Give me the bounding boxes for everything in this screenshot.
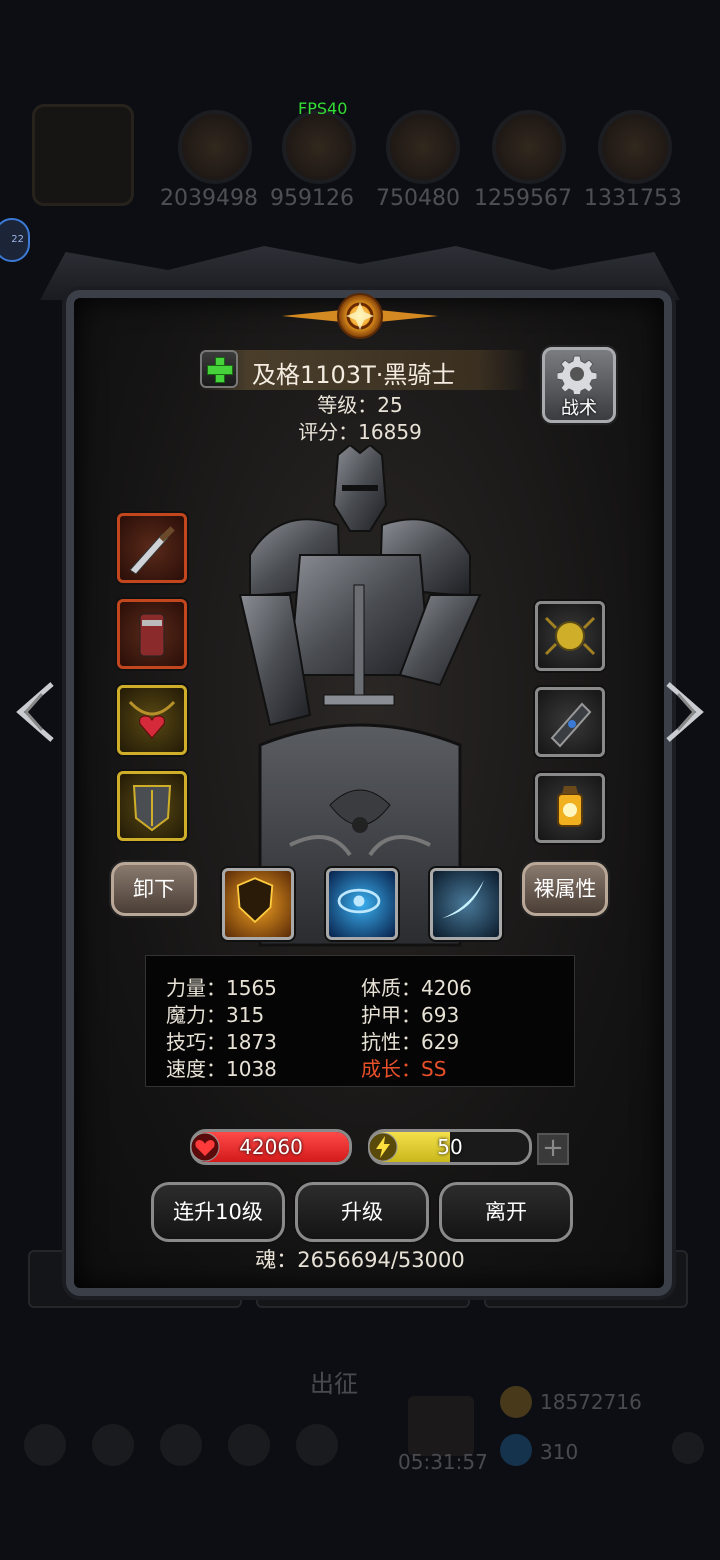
background-plus-icon [672, 1432, 704, 1464]
tactic-button[interactable]: 战术 [542, 347, 616, 423]
background-gold: 18572716 [540, 1390, 642, 1414]
unequip-button[interactable]: 卸下 [111, 862, 197, 916]
background-level-badge: 22 [0, 218, 30, 262]
background-timer: 05:31:57 [398, 1450, 488, 1474]
stat-armor: 护甲：693 [361, 1003, 460, 1027]
add-button[interactable] [200, 350, 238, 388]
background-resource-value: 2039498 [160, 186, 258, 211]
stat-constitution: 体质：4206 [361, 976, 472, 1000]
equip-slot-head[interactable] [535, 601, 605, 671]
stat-resistance: 抗性：629 [361, 1030, 460, 1054]
add-energy-button[interactable]: + [537, 1133, 569, 1165]
background-resource-value: 750480 [376, 186, 460, 211]
bracer-icon [550, 702, 592, 748]
helmet-ornament-icon [544, 616, 596, 656]
next-hero-arrow-icon[interactable] [662, 680, 708, 744]
background-gem-icon [500, 1434, 532, 1466]
lightning-icon [368, 1132, 398, 1162]
soul-counter: 魂：2656694/53000 [255, 1248, 465, 1272]
slash-skill-icon [442, 880, 484, 919]
background-gems: 310 [540, 1440, 579, 1464]
chest-armor-icon [132, 785, 172, 832]
hero-name: 及格1103T·黑骑士 [252, 361, 456, 389]
background-icon [92, 1424, 134, 1466]
greatsword-icon [129, 526, 175, 575]
heart-necklace-icon [128, 700, 176, 739]
background-resource-icon [386, 110, 460, 184]
background-resource-icon [178, 110, 252, 184]
background-resource-value: 959126 [270, 186, 354, 211]
level-up-button[interactable]: 升级 [295, 1182, 429, 1242]
background-gold-icon [500, 1386, 532, 1418]
prev-hero-arrow-icon[interactable] [12, 680, 58, 744]
base-attributes-button[interactable]: 裸属性 [522, 862, 608, 916]
skill-slot[interactable] [222, 868, 294, 940]
emblem-icon [282, 293, 438, 339]
gauntlet-icon [139, 613, 165, 657]
background-gift-icon [408, 1396, 474, 1456]
skill-slot[interactable] [326, 868, 398, 940]
background-avatar-slot [32, 104, 134, 206]
stats-panel: 力量：1565 体质：4206 魔力：315 护甲：693 技巧：1873 抗性… [145, 955, 575, 1087]
background-icon [296, 1424, 338, 1466]
stat-growth: 成长：SS [361, 1057, 447, 1081]
tactic-label: 战术 [561, 398, 597, 419]
equip-slot-lantern[interactable] [535, 773, 605, 843]
equip-slot-necklace[interactable] [117, 685, 187, 755]
background-expedition-label: 出征 [310, 1370, 358, 1398]
background-resource-icon [282, 110, 356, 184]
equip-slot-hands[interactable] [117, 599, 187, 669]
background-resource-icon [492, 110, 566, 184]
background-resource-value: 1259567 [474, 186, 572, 211]
heart-icon [190, 1132, 220, 1162]
background-icon [160, 1424, 202, 1466]
background-bottom-bar: 出征 05:31:57 18572716 310 [0, 1340, 720, 1540]
background-resource-icon [598, 110, 672, 184]
skill-slot[interactable] [430, 868, 502, 940]
background-resource-value: 1331753 [584, 186, 682, 211]
eye-skill-icon [337, 888, 381, 914]
background-resource-bar: 2039498 959126 750480 1259567 1331753 [0, 90, 720, 260]
equip-slot-bracer[interactable] [535, 687, 605, 757]
stat-magic: 魔力：315 [166, 1003, 265, 1027]
lantern-icon [557, 786, 583, 827]
background-icon [228, 1424, 270, 1466]
fps-counter: FPS40 [298, 99, 348, 118]
shield-skill-icon [236, 877, 274, 924]
equip-slot-armor[interactable] [117, 771, 187, 841]
equip-slot-weapon[interactable] [117, 513, 187, 583]
leave-button[interactable]: 离开 [439, 1182, 573, 1242]
stat-speed: 速度：1038 [166, 1057, 277, 1081]
background-icon [24, 1424, 66, 1466]
stat-strength: 力量：1565 [166, 976, 277, 1000]
level-up-10-button[interactable]: 连升10级 [151, 1182, 285, 1242]
gear-icon [557, 355, 597, 394]
stat-skill: 技巧：1873 [166, 1030, 277, 1054]
